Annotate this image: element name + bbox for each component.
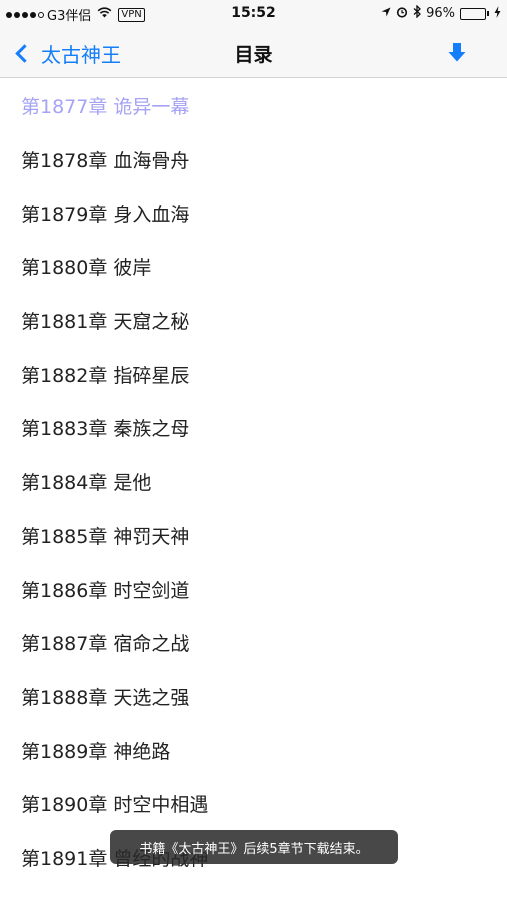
bluetooth-icon <box>413 4 422 22</box>
chapter-item[interactable]: 第1888章 天选之强 <box>0 670 507 724</box>
chapter-item[interactable]: 第1879章 身入血海 <box>0 186 507 240</box>
download-button[interactable] <box>447 40 467 66</box>
chapter-list: 第1877章 诡异一幕 第1878章 血海骨舟 第1879章 身入血海 第188… <box>0 79 507 884</box>
chapter-item[interactable]: 第1882章 指碎星辰 <box>0 347 507 401</box>
alarm-clock-icon <box>396 6 408 22</box>
charging-bolt-icon <box>494 5 501 22</box>
chapter-item[interactable]: 第1881章 天窟之秘 <box>0 294 507 348</box>
chapter-item[interactable]: 第1890章 时空中相遇 <box>0 777 507 831</box>
location-arrow-icon <box>381 6 391 21</box>
chapter-item[interactable]: 第1885章 神罚天神 <box>0 509 507 563</box>
page-title: 目录 <box>234 44 273 66</box>
chapter-item[interactable]: 第1878章 血海骨舟 <box>0 133 507 187</box>
chapter-item[interactable]: 第1889章 神绝路 <box>0 723 507 777</box>
status-bar: G3伴侣 VPN 15:52 96% <box>0 0 507 28</box>
battery-icon <box>460 7 489 20</box>
chapter-item[interactable]: 第1887章 宿命之战 <box>0 616 507 670</box>
chapter-item[interactable]: 第1877章 诡异一幕 <box>0 79 507 133</box>
battery-percent: 96% <box>426 6 455 21</box>
chapter-item[interactable]: 第1886章 时空剑道 <box>0 562 507 616</box>
chapter-item[interactable]: 第1884章 是他 <box>0 455 507 509</box>
chapter-item[interactable]: 第1883章 秦族之母 <box>0 401 507 455</box>
download-complete-toast: 书籍《太古神王》后续5章节下载结束。 <box>110 830 398 864</box>
download-arrow-icon <box>448 43 466 62</box>
navigation-bar: 太古神王 目录 <box>0 28 507 78</box>
chapter-item[interactable]: 第1880章 彼岸 <box>0 240 507 294</box>
status-right: 96% <box>381 4 501 22</box>
